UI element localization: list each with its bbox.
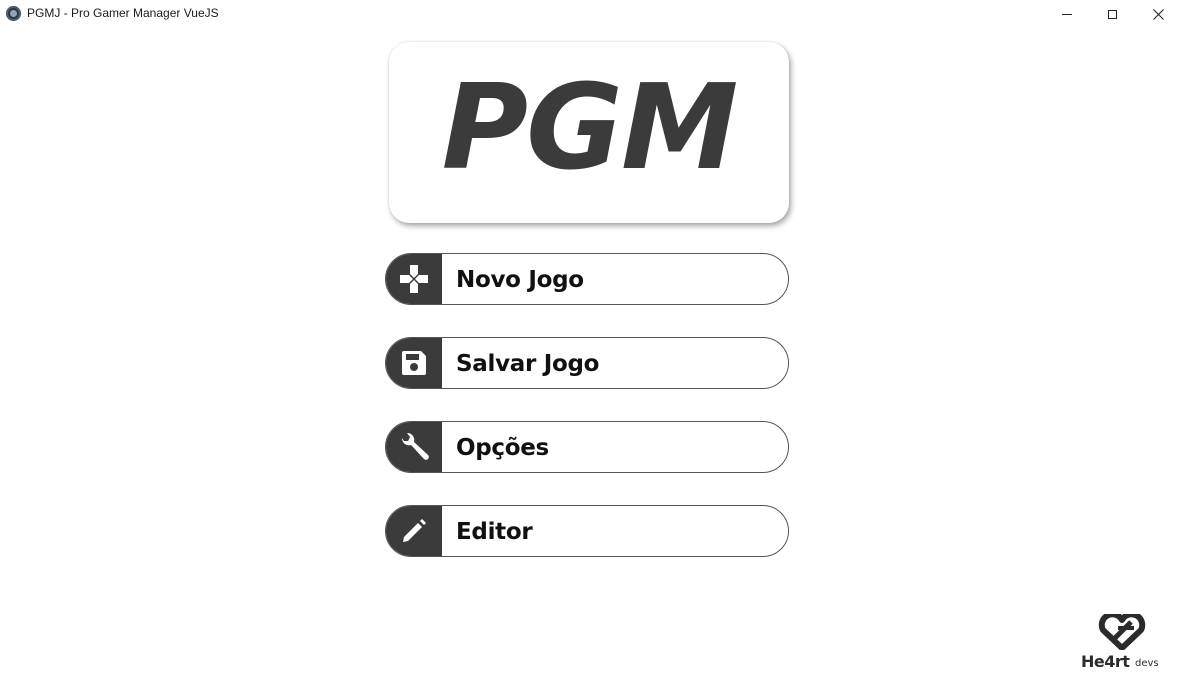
close-icon <box>1152 8 1164 20</box>
floppy-disk-icon <box>401 351 426 375</box>
maximize-icon <box>1107 9 1117 19</box>
options-button[interactable]: Opções <box>385 421 789 473</box>
he4rt-devs-logo: He4rt devs <box>1078 612 1168 676</box>
save-game-button[interactable]: Salvar Jogo <box>385 337 789 389</box>
app-window: PGMJ - Pro Gamer Manager VueJS PGM Novo … <box>0 0 1179 688</box>
save-game-icon-cap <box>386 338 442 388</box>
close-button[interactable] <box>1135 0 1179 28</box>
options-icon-cap <box>386 422 442 472</box>
logo-card: PGM <box>389 42 789 223</box>
new-game-button[interactable]: Novo Jogo <box>385 253 789 305</box>
wrench-icon <box>401 432 429 460</box>
editor-label: Editor <box>456 519 533 545</box>
editor-button[interactable]: Editor <box>385 505 789 557</box>
heart-logo-icon <box>1098 614 1146 650</box>
maximize-button[interactable] <box>1089 0 1135 28</box>
title-bar[interactable]: PGMJ - Pro Gamer Manager VueJS <box>0 0 1179 28</box>
editor-icon-cap <box>386 506 442 556</box>
gamepad-icon <box>400 265 428 293</box>
new-game-icon-cap <box>386 254 442 304</box>
window-title: PGMJ - Pro Gamer Manager VueJS <box>27 6 219 20</box>
new-game-label: Novo Jogo <box>456 267 584 293</box>
options-label: Opções <box>456 435 549 461</box>
minimize-button[interactable] <box>1044 0 1090 28</box>
pencil-icon <box>403 519 426 542</box>
save-game-label: Salvar Jogo <box>456 351 600 377</box>
minimize-icon <box>1062 13 1072 15</box>
logo-text: PGM <box>441 58 739 196</box>
brand-suffix: devs <box>1135 658 1159 669</box>
app-icon <box>6 6 21 21</box>
brand-name: He4rt <box>1081 652 1130 671</box>
